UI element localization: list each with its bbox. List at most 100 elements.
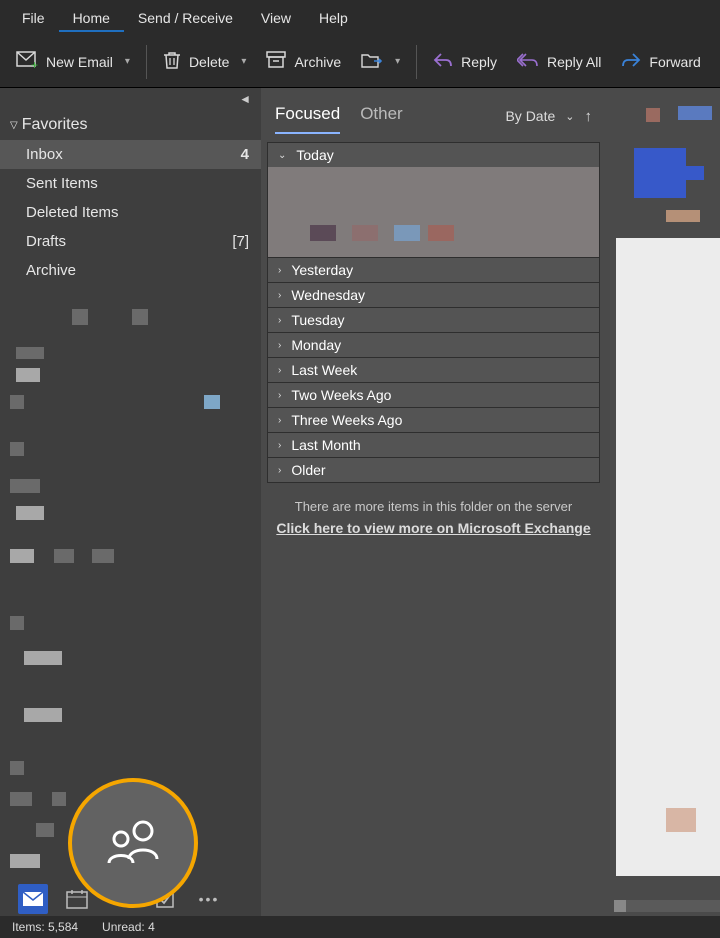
chevron-down-icon: ▽ [10, 120, 18, 131]
folder-label: Deleted Items [26, 204, 119, 221]
favorites-header[interactable]: ▽ Favorites [0, 110, 261, 140]
group-label: Three Weeks Ago [291, 412, 402, 428]
chevron-right-icon: › [278, 265, 281, 276]
group-label: Older [291, 462, 325, 478]
inbox-tabs: Focused Other [275, 98, 403, 134]
redacted-block [678, 106, 712, 120]
group-last-month[interactable]: ›Last Month [268, 432, 599, 457]
chevron-down-icon[interactable]: ▾ [125, 56, 130, 67]
separator [416, 45, 417, 79]
status-unread-count: Unread: 4 [102, 920, 155, 934]
chevron-right-icon: › [278, 415, 281, 426]
chevron-right-icon: › [278, 465, 281, 476]
sort-direction-icon[interactable]: ↑ [585, 108, 593, 125]
move-to-button[interactable]: ▾ [351, 45, 410, 78]
svg-text:+: + [31, 58, 38, 69]
more-modules-icon[interactable]: ••• [194, 884, 224, 914]
redacted-block [646, 108, 660, 122]
view-more-link[interactable]: Click here to view more on Microsoft Exc… [267, 520, 600, 536]
archive-label: Archive [294, 54, 341, 70]
menu-home[interactable]: Home [59, 4, 124, 32]
people-icon-callout [68, 778, 198, 908]
menu-bar: File Home Send / Receive View Help [0, 0, 720, 36]
folder-label: Archive [26, 262, 76, 279]
folder-label: Sent Items [26, 175, 98, 192]
menu-view[interactable]: View [247, 4, 305, 32]
archive-button[interactable]: Archive [256, 45, 351, 78]
new-email-icon: + [16, 51, 38, 72]
new-email-label: New Email [46, 54, 113, 70]
tab-focused[interactable]: Focused [275, 98, 340, 134]
chevron-right-icon: › [278, 390, 281, 401]
status-item-count: Items: 5,584 [12, 920, 78, 934]
redacted-block [634, 148, 686, 198]
folder-sent-items[interactable]: Sent Items [0, 169, 261, 198]
folder-inbox[interactable]: Inbox 4 [0, 140, 261, 169]
reading-pane [606, 88, 720, 916]
tab-other[interactable]: Other [360, 98, 403, 134]
horizontal-scrollbar[interactable] [614, 900, 720, 912]
sort-by-label: By Date [505, 108, 555, 124]
folder-label: Drafts [26, 233, 66, 250]
group-label: Last Week [291, 362, 357, 378]
message-body-placeholder [616, 238, 720, 876]
today-message-preview[interactable] [268, 167, 599, 257]
group-label: Today [296, 147, 333, 163]
menu-send-receive[interactable]: Send / Receive [124, 4, 247, 32]
chevron-right-icon: › [278, 340, 281, 351]
group-yesterday[interactable]: › Yesterday [268, 257, 599, 282]
view-more-link-label: Click here to view more on Microsoft Exc… [276, 520, 590, 536]
reply-all-icon [517, 52, 539, 71]
folder-count: 4 [241, 146, 249, 163]
group-older[interactable]: › Older [268, 457, 599, 482]
group-two-weeks-ago[interactable]: ›Two Weeks Ago [268, 382, 599, 407]
group-three-weeks-ago[interactable]: › Three Weeks Ago [268, 407, 599, 432]
chevron-down-icon: ⌄ [278, 150, 286, 161]
chevron-right-icon: › [278, 315, 281, 326]
chevron-right-icon: › [278, 290, 281, 301]
more-items-text: There are more items in this folder on t… [267, 499, 600, 514]
forward-icon [621, 52, 641, 71]
chevron-right-icon: › [278, 365, 281, 376]
redacted-block [666, 808, 696, 832]
group-label: Yesterday [291, 262, 353, 278]
mail-module-icon[interactable] [18, 884, 48, 914]
menu-file[interactable]: File [8, 4, 59, 32]
delete-button[interactable]: Delete ▾ [153, 44, 257, 79]
delete-label: Delete [189, 54, 229, 70]
redacted-block [686, 166, 704, 180]
group-wednesday[interactable]: ›Wednesday [268, 282, 599, 307]
people-icon[interactable] [103, 817, 163, 870]
move-folder-icon [361, 51, 383, 72]
separator [146, 45, 147, 79]
group-tuesday[interactable]: › Tuesday [268, 307, 599, 332]
group-label: Monday [291, 337, 341, 353]
new-email-button[interactable]: + New Email ▾ [6, 45, 140, 78]
reply-all-button[interactable]: Reply All [507, 46, 611, 77]
reply-button[interactable]: Reply [423, 46, 507, 77]
forward-label: Forward [649, 54, 700, 70]
group-label: Tuesday [291, 312, 344, 328]
message-list-header: Focused Other By Date ⌄ ↑ [267, 94, 600, 134]
collapse-nav-icon[interactable]: ◄ [0, 88, 261, 110]
chevron-right-icon: › [278, 440, 281, 451]
status-bar: Items: 5,584 Unread: 4 [0, 916, 720, 938]
folder-count: [7] [232, 233, 249, 250]
group-monday[interactable]: › Monday [268, 332, 599, 357]
menu-help[interactable]: Help [305, 4, 362, 32]
sort-by-control[interactable]: By Date ⌄ ↑ [505, 108, 592, 125]
forward-button[interactable]: Forward [611, 46, 710, 77]
ribbon-toolbar: + New Email ▾ Delete ▾ Archive ▾ Reply [0, 36, 720, 88]
message-group-list: ⌄ Today › Yesterday ›Wednesday › Tuesday ›… [267, 142, 600, 483]
favorites-label: Favorites [22, 116, 88, 134]
chevron-down-icon: ⌄ [565, 110, 574, 123]
chevron-down-icon[interactable]: ▾ [241, 56, 246, 67]
trash-icon [163, 50, 181, 73]
reply-all-label: Reply All [547, 54, 601, 70]
group-today[interactable]: ⌄ Today [268, 143, 599, 167]
chevron-down-icon[interactable]: ▾ [395, 56, 400, 67]
folder-drafts[interactable]: Drafts [7] [0, 227, 261, 256]
folder-archive[interactable]: Archive [0, 256, 261, 285]
group-last-week[interactable]: › Last Week [268, 357, 599, 382]
folder-deleted-items[interactable]: Deleted Items [0, 198, 261, 227]
